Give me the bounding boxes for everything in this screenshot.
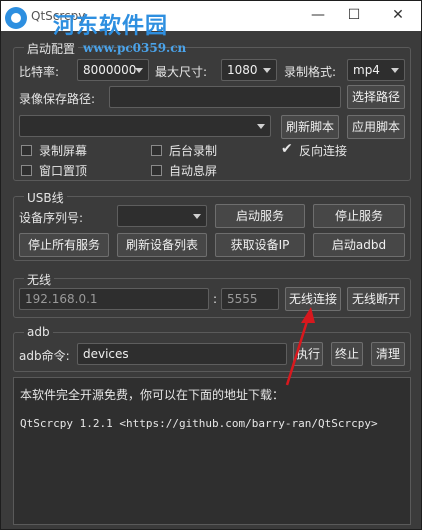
record-screen-label: 录制屏幕 bbox=[39, 144, 88, 158]
serial-combo[interactable] bbox=[117, 205, 207, 227]
clear-button[interactable]: 清理 bbox=[371, 342, 405, 366]
chevron-down-icon bbox=[135, 68, 143, 73]
annotation-arrow-icon bbox=[285, 307, 315, 386]
startup-config-label: 启动配置 bbox=[24, 40, 79, 57]
bitrate-combo[interactable]: 8000000 bbox=[77, 59, 149, 81]
log-line-2: QtScrcpy 1.2.1 <https://github.com/barry… bbox=[20, 417, 378, 430]
terminate-button[interactable]: 终止 bbox=[331, 342, 363, 366]
window-top-checkbox[interactable] bbox=[21, 165, 32, 176]
watermark-url: www.pc0359.cn bbox=[83, 41, 187, 55]
bitrate-value: 8000000 bbox=[83, 63, 137, 77]
wireless-disconnect-button[interactable]: 无线断开 bbox=[347, 287, 405, 311]
savepath-input[interactable] bbox=[109, 86, 341, 108]
auto-screen-off-checkbox[interactable] bbox=[151, 165, 162, 176]
chevron-down-icon bbox=[391, 68, 399, 73]
app-window: QtScrcpy 河东软件园 — ☐ ✕ 启动配置 www.pc0359.cn … bbox=[0, 0, 422, 530]
watermark-text: 河东软件园 bbox=[53, 13, 169, 39]
refresh-script-button[interactable]: 刷新脚本 bbox=[281, 115, 339, 139]
title-bar[interactable]: QtScrcpy 河东软件园 — ☐ ✕ bbox=[1, 1, 421, 39]
choose-path-button[interactable]: 选择路径 bbox=[347, 85, 405, 109]
adb-command-input[interactable]: devices bbox=[77, 343, 287, 365]
script-combo[interactable] bbox=[19, 115, 271, 137]
ip-port-separator: : bbox=[213, 292, 218, 306]
format-value: mp4 bbox=[353, 63, 380, 77]
maxsize-label: 最大尺寸: bbox=[155, 65, 208, 79]
log-line-1: 本软件完全开源免费，你可以在下面的地址下载： bbox=[20, 388, 285, 402]
log-output[interactable]: 本软件完全开源免费，你可以在下面的地址下载： QtScrcpy 1.2.1 <h… bbox=[13, 377, 411, 525]
get-device-ip-button[interactable]: 获取设备IP bbox=[215, 233, 305, 257]
auto-screen-off-label: 自动息屏 bbox=[169, 164, 218, 178]
format-combo[interactable]: mp4 bbox=[347, 59, 405, 81]
start-adbd-button[interactable]: 启动adbd bbox=[313, 233, 405, 257]
maxsize-combo[interactable]: 1080 bbox=[221, 59, 277, 81]
wireless-group-label: 无线 bbox=[24, 271, 55, 288]
chevron-down-icon bbox=[263, 68, 271, 73]
close-button[interactable]: ✕ bbox=[383, 5, 413, 25]
format-label: 录制格式: bbox=[284, 65, 337, 79]
app-logo-icon bbox=[5, 7, 27, 29]
maximize-button[interactable]: ☐ bbox=[339, 5, 369, 25]
stop-all-services-button[interactable]: 停止所有服务 bbox=[19, 233, 109, 257]
minimize-button[interactable]: — bbox=[303, 5, 333, 25]
savepath-label: 录像保存路径: bbox=[19, 92, 96, 106]
reverse-conn-checkbox[interactable]: ✔ bbox=[281, 142, 293, 156]
record-screen-checkbox[interactable] bbox=[21, 145, 32, 156]
reverse-conn-label: 反向连接 bbox=[299, 144, 348, 158]
device-port-input[interactable]: 5555 bbox=[221, 288, 279, 310]
bitrate-label: 比特率: bbox=[19, 65, 60, 79]
refresh-devices-button[interactable]: 刷新设备列表 bbox=[117, 233, 207, 257]
chevron-down-icon bbox=[193, 214, 201, 219]
adb-cmd-label: adb命令: bbox=[19, 349, 70, 363]
adb-group-label: adb bbox=[24, 325, 53, 339]
usb-group-label: USB线 bbox=[24, 189, 67, 206]
stop-service-button[interactable]: 停止服务 bbox=[313, 204, 405, 228]
bg-record-checkbox[interactable] bbox=[151, 145, 162, 156]
start-service-button[interactable]: 启动服务 bbox=[215, 204, 305, 228]
chevron-down-icon bbox=[257, 124, 265, 129]
apply-script-button[interactable]: 应用脚本 bbox=[347, 115, 405, 139]
serial-label: 设备序列号: bbox=[19, 211, 84, 225]
maxsize-value: 1080 bbox=[227, 63, 258, 77]
device-ip-input[interactable]: 192.168.0.1 bbox=[19, 288, 209, 310]
bg-record-label: 后台录制 bbox=[169, 144, 218, 158]
window-top-label: 窗口置顶 bbox=[39, 164, 88, 178]
